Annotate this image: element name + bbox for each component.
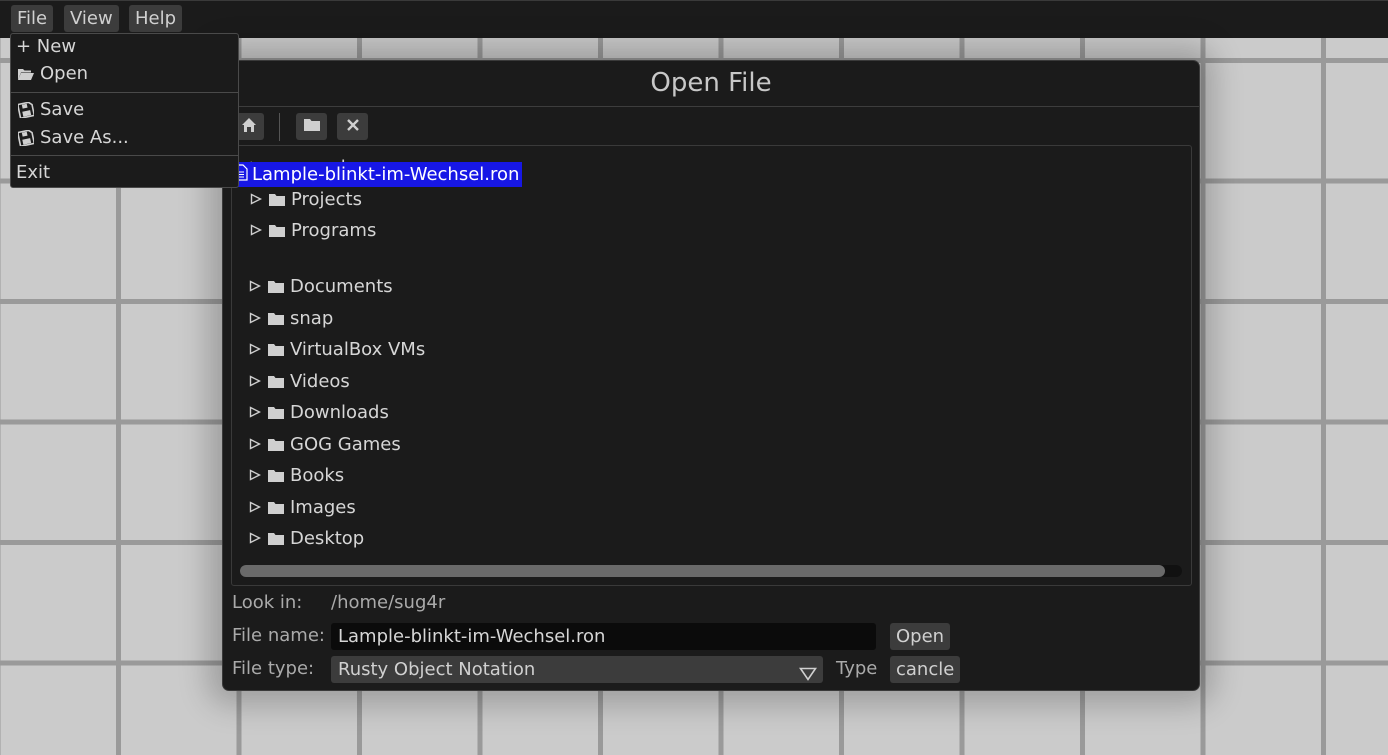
folder-name: Videos (290, 370, 350, 392)
file-type-select[interactable]: Rusty Object Notation (331, 656, 823, 683)
tree-row-folder[interactable]: Downloads (231, 399, 389, 425)
toolbar-divider (279, 113, 280, 141)
open-folder-icon (16, 67, 36, 81)
menu-item-save-as-label: Save As... (40, 127, 129, 148)
floppy-disk-icon (16, 102, 36, 118)
type-label: Type (836, 658, 878, 679)
tree-row-folder[interactable]: Documents (231, 273, 393, 299)
floppy-disk-icon (16, 130, 36, 146)
dropdown-triangle-icon (798, 662, 818, 689)
folder-icon (267, 500, 285, 515)
menu-file[interactable]: File (11, 5, 54, 32)
folder-icon (303, 117, 321, 136)
expand-triangle-icon[interactable] (249, 375, 261, 387)
folder-name: Projects (291, 188, 362, 210)
folder-name: Programs (291, 219, 377, 241)
folder-icon (267, 374, 285, 389)
folder-name: Images (290, 496, 356, 518)
file-type-value: Rusty Object Notation (338, 659, 536, 680)
menu-help[interactable]: Help (129, 5, 183, 32)
folder-icon (267, 531, 285, 546)
folder-name: Books (290, 464, 345, 486)
scrollbar-thumb[interactable] (240, 565, 1165, 577)
look-in-label: Look in: (232, 592, 303, 613)
tree-row-folder[interactable]: GOG Games (231, 431, 401, 457)
file-tree-rest: Documents snap VirtualBox VMs Videos Dow… (231, 273, 1131, 563)
menu-item-open-label: Open (40, 63, 89, 84)
folder-icon (267, 342, 285, 357)
menu-divider (11, 155, 238, 156)
dialog-title: Open File (650, 68, 772, 98)
folder-name: Desktop (290, 527, 365, 549)
horizontal-scrollbar[interactable] (240, 565, 1182, 577)
folder-name: Documents (290, 275, 393, 297)
tree-row-file-selected[interactable]: Lample-blinkt-im-Wechsel.ron (231, 162, 523, 187)
expand-triangle-icon[interactable] (249, 312, 261, 324)
folder-name: GOG Games (290, 433, 401, 455)
folder-name: Downloads (290, 401, 389, 423)
expand-triangle-icon[interactable] (250, 193, 262, 205)
tree-row-folder[interactable]: Programs (232, 217, 376, 243)
expand-triangle-icon[interactable] (249, 280, 261, 292)
folder-icon (267, 311, 285, 326)
tree-row-folder[interactable]: Images (231, 494, 356, 520)
menu-item-save-as[interactable]: Save As... (16, 126, 129, 150)
menu-item-new-label: + New (16, 36, 77, 57)
expand-triangle-icon[interactable] (250, 224, 262, 236)
close-button[interactable] (337, 113, 368, 140)
menu-item-exit[interactable]: Exit (16, 161, 50, 185)
tree-row-folder[interactable]: snap (231, 305, 333, 331)
folder-icon (268, 192, 286, 207)
folder-icon (267, 468, 285, 483)
cancel-button[interactable]: cancle (890, 656, 961, 683)
new-folder-button[interactable] (296, 113, 327, 140)
folder-icon (267, 279, 285, 294)
open-file-dialog: Open File snapd Projects Programs (222, 60, 1200, 691)
selected-file-name: Lample-blinkt-im-Wechsel.ron (252, 164, 520, 185)
close-icon (346, 117, 360, 136)
expand-triangle-icon[interactable] (249, 406, 261, 418)
folder-icon (268, 223, 286, 238)
tree-row-folder[interactable]: Books (231, 462, 344, 488)
look-in-path: /home/sug4r (331, 592, 446, 613)
folder-name: snap (290, 307, 334, 329)
menu-item-save[interactable]: Save (16, 98, 84, 122)
file-name-input[interactable]: Lample-blinkt-im-Wechsel.ron (331, 623, 876, 650)
tree-row-folder[interactable]: Projects (232, 186, 362, 212)
title-divider (223, 106, 1199, 107)
menu-item-new[interactable]: + New (16, 35, 76, 59)
menu-item-open[interactable]: Open (16, 62, 88, 86)
folder-icon (267, 405, 285, 420)
menu-item-exit-label: Exit (16, 162, 51, 183)
expand-triangle-icon[interactable] (249, 438, 261, 450)
open-button[interactable]: Open (890, 623, 951, 650)
tree-row-folder[interactable]: Desktop (231, 525, 364, 551)
expand-triangle-icon[interactable] (249, 343, 261, 355)
file-menu-dropdown: + New Open Save Save As... Exit (10, 33, 239, 188)
home-icon (241, 117, 257, 137)
expand-triangle-icon[interactable] (249, 532, 261, 544)
menu-divider (11, 92, 238, 93)
expand-triangle-icon[interactable] (249, 469, 261, 481)
folder-icon (267, 437, 285, 452)
file-type-label: File type: (232, 658, 315, 679)
tree-row-folder[interactable]: VirtualBox VMs (231, 336, 425, 362)
expand-triangle-icon[interactable] (249, 501, 261, 513)
tree-row-folder[interactable]: Videos (231, 368, 350, 394)
file-name-label: File name: (232, 625, 325, 646)
menu-item-save-label: Save (40, 99, 85, 120)
menu-view[interactable]: View (64, 5, 119, 32)
folder-name: VirtualBox VMs (290, 338, 426, 360)
